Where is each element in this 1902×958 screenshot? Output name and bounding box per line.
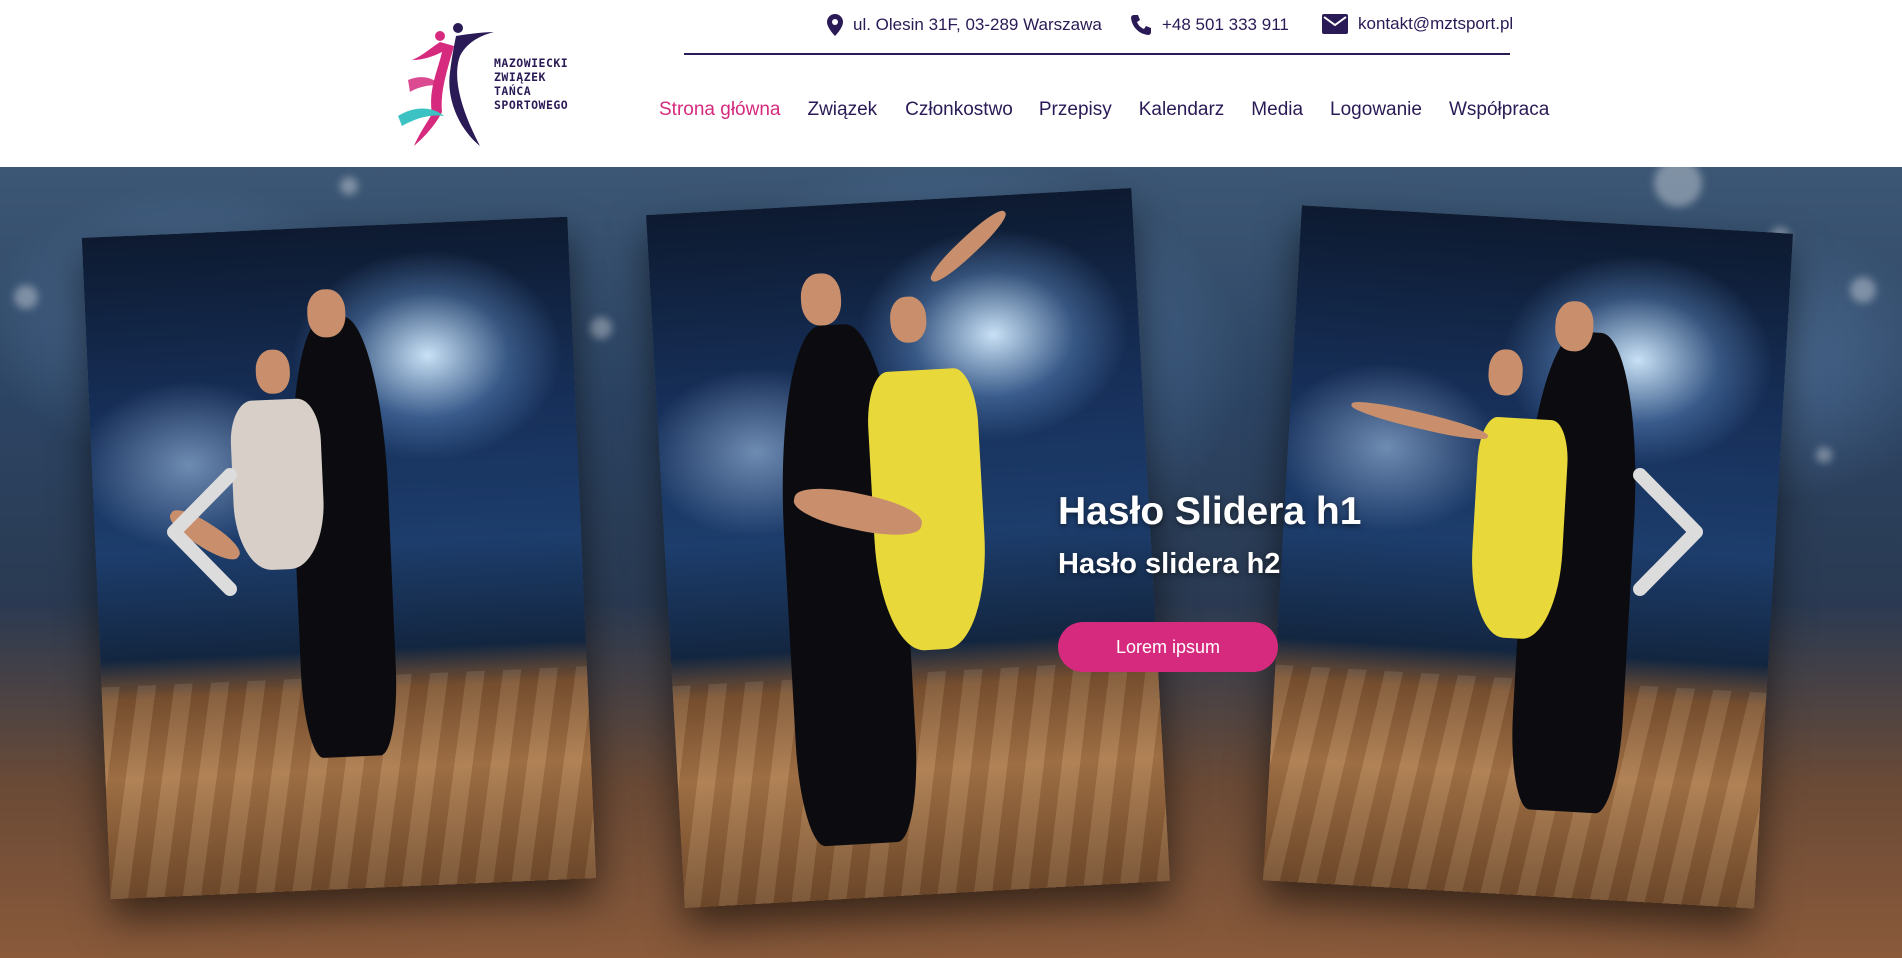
bokeh-light xyxy=(1850,277,1876,303)
map-pin-icon xyxy=(827,14,843,36)
nav-item-logowanie[interactable]: Logowanie xyxy=(1330,96,1422,124)
logo-text: MAZOWIECKI ZWIĄZEK TAŃCA SPORTOWEGO xyxy=(494,56,568,112)
logo-line: MAZOWIECKI xyxy=(494,56,569,70)
phone-icon xyxy=(1131,15,1151,35)
header-divider xyxy=(684,53,1510,55)
hero-slider: Hasło Slidera h1 Hasło slidera h2 Lorem … xyxy=(0,167,1902,958)
nav-item-zwiazek[interactable]: Związek xyxy=(807,96,877,124)
logo[interactable]: MAZOWIECKI ZWIĄZEK TAŃCA SPORTOWEGO xyxy=(398,20,578,148)
dancer-head xyxy=(888,295,928,344)
contact-phone[interactable]: +48 501 333 911 xyxy=(1130,14,1289,36)
slide-title: Hasło Slidera h1 xyxy=(1058,490,1362,533)
slider-next-button[interactable] xyxy=(1630,467,1710,597)
slide-photo-left xyxy=(81,216,597,900)
site-header: MAZOWIECKI ZWIĄZEK TAŃCA SPORTOWEGO ul. … xyxy=(0,0,1902,167)
contact-bar: ul. Olesin 31F, 03-289 Warszawa +48 501 … xyxy=(684,0,1513,54)
dancer-dress xyxy=(229,397,327,572)
dancer-head xyxy=(799,272,843,327)
bokeh-light xyxy=(340,177,358,195)
email-text: kontakt@mztsport.pl xyxy=(1358,14,1514,33)
nav-item-home[interactable]: Strona główna xyxy=(659,96,780,124)
contact-email[interactable]: kontakt@mztsport.pl xyxy=(1322,14,1513,34)
chevron-left-icon xyxy=(167,468,237,596)
logo-line: SPORTOWEGO xyxy=(494,98,569,112)
photo-floor xyxy=(672,659,1170,909)
slide-subtitle: Hasło slidera h2 xyxy=(1058,548,1281,580)
bokeh-light xyxy=(14,285,38,309)
logo-line: TAŃCA xyxy=(494,84,532,98)
nav-item-kalendarz[interactable]: Kalendarz xyxy=(1139,96,1225,124)
nav-item-wspolpraca[interactable]: Współpraca xyxy=(1449,96,1549,124)
nav-item-czlonkostwo[interactable]: Członkostwo xyxy=(905,96,1013,124)
dancer-head xyxy=(306,288,347,339)
bokeh-light xyxy=(1654,167,1702,207)
chevron-right-icon xyxy=(1633,468,1703,596)
nav-item-przepisy[interactable]: Przepisy xyxy=(1039,96,1112,124)
main-nav: Strona główna Związek Członkostwo Przepi… xyxy=(650,96,1549,124)
address-text: ul. Olesin 31F, 03-289 Warszawa xyxy=(853,15,1102,34)
phone-text: +48 501 333 911 xyxy=(1162,15,1289,34)
slide-caption: Hasło Slidera h1 Hasło slidera h2 Lorem … xyxy=(1058,490,1362,672)
slide-cta-button[interactable]: Lorem ipsum xyxy=(1058,622,1278,672)
contact-address[interactable]: ul. Olesin 31F, 03-289 Warszawa xyxy=(827,14,1102,36)
logo-line: ZWIĄZEK xyxy=(494,70,546,84)
logo-dancers-icon xyxy=(398,23,494,146)
bokeh-light xyxy=(590,317,612,339)
nav-item-media[interactable]: Media xyxy=(1251,96,1303,124)
dancer-head xyxy=(254,348,291,395)
slider-prev-button[interactable] xyxy=(160,467,240,597)
envelope-icon xyxy=(1322,14,1348,34)
bokeh-light xyxy=(1816,447,1832,463)
